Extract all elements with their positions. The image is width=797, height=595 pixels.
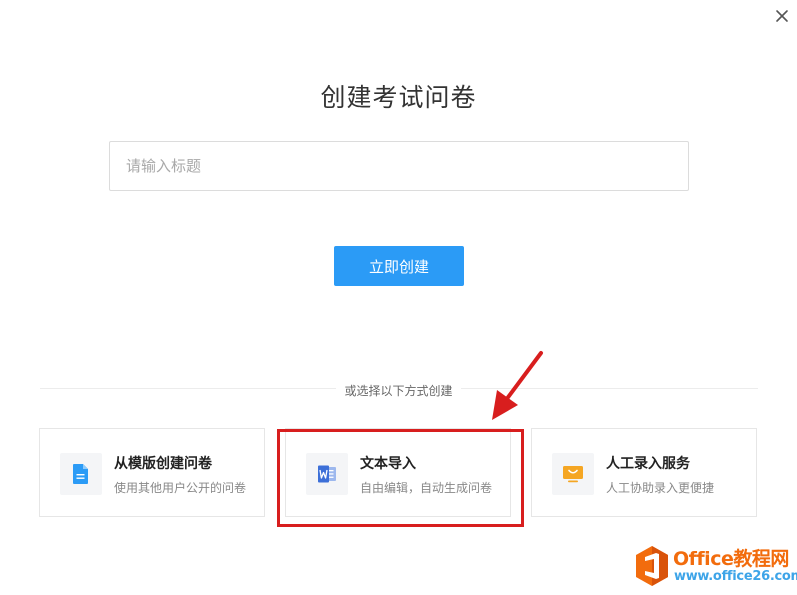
option-description: 人工协助录入更便捷 <box>606 481 715 495</box>
option-description: 使用其他用户公开的问卷 <box>114 481 247 495</box>
divider-label: 或选择以下方式创建 <box>0 380 797 399</box>
option-description: 自由编辑，自动生成问卷 <box>360 481 493 495</box>
page-title: 创建考试问卷 <box>320 83 477 112</box>
close-button[interactable] <box>772 6 792 26</box>
watermark-url: www.office26.com <box>674 569 797 584</box>
close-icon <box>776 10 788 22</box>
option-title: 人工录入服务 <box>606 456 690 472</box>
word-icon <box>306 453 348 495</box>
watermark-brand: Office教程网 <box>673 548 789 570</box>
option-title: 文本导入 <box>360 456 416 472</box>
option-manual-entry-card[interactable]: 人工录入服务 人工协助录入更便捷 <box>531 428 757 517</box>
monitor-icon <box>552 453 594 495</box>
option-template-card[interactable]: 从模版创建问卷 使用其他用户公开的问卷 <box>39 428 265 517</box>
option-text-import-card[interactable]: 文本导入 自由编辑，自动生成问卷 <box>285 428 511 517</box>
office-logo-icon <box>636 546 668 586</box>
document-icon <box>60 453 102 495</box>
title-input[interactable] <box>109 141 689 191</box>
create-now-button[interactable]: 立即创建 <box>334 246 464 286</box>
watermark: Office教程网 www.office26.com <box>634 543 797 595</box>
option-title: 从模版创建问卷 <box>114 456 212 472</box>
